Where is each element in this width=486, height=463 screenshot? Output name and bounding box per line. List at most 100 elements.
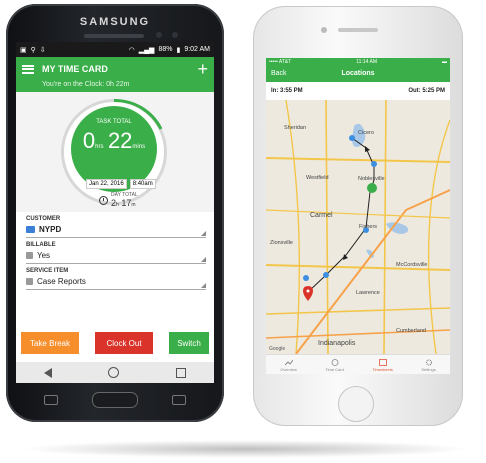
- location-map[interactable]: Cicero Sheridan Westfield Noblesville Ca…: [266, 100, 450, 354]
- action-buttons: Take Break Clock Out Switch: [21, 332, 209, 354]
- back-key[interactable]: [172, 395, 186, 405]
- phone-brand: SAMSUNG: [79, 16, 151, 28]
- out-time: Out: 5:25 PM: [408, 88, 445, 94]
- location-icon: ⚲: [30, 46, 36, 54]
- tab-settings[interactable]: Settings: [421, 358, 436, 372]
- status-time: 9:02 AM: [184, 46, 210, 53]
- floor-shadow: [20, 440, 470, 458]
- android-phone: SAMSUNG ▣ ⚲ ⇩ ◠ ▂▄▆ 88% ▮ 9:02 AM MY TIM…: [6, 4, 224, 422]
- map-label-cicero: Cicero: [358, 130, 374, 136]
- ios-tab-bar: Overview Time Card Timesheets Settings: [266, 354, 450, 374]
- task-clock-panel: TASK TOTAL 0hrs 22mins Jan 22, 2016 8:40…: [16, 92, 214, 212]
- in-time: In: 3:55 PM: [271, 88, 303, 94]
- android-nav-bar: [16, 362, 214, 383]
- back-button[interactable]: Back: [271, 66, 287, 82]
- map-label-carmel: Carmel: [310, 212, 333, 219]
- gear-icon: [425, 358, 432, 366]
- task-total-time: 0hrs 22mins: [71, 128, 157, 154]
- task-hours: 0: [82, 128, 96, 153]
- map-label-fishers: Fishers: [359, 224, 378, 230]
- chart-icon: [284, 359, 293, 365]
- task-hours-unit: hrs: [95, 144, 104, 150]
- sensor: [172, 32, 178, 38]
- clock-out-button[interactable]: Clock Out: [95, 332, 153, 354]
- clock-icon: [99, 195, 108, 205]
- customer-field: CUSTOMER NYPD: [26, 216, 206, 238]
- billable-field: BILLABLE Yes: [26, 242, 206, 264]
- day-total-value: 2h 17m: [111, 198, 136, 208]
- customer-value: NYPD: [39, 225, 62, 234]
- switch-button[interactable]: Switch: [169, 332, 209, 354]
- map-label-sheridan: Sheridan: [284, 125, 307, 131]
- phone-speaker: [84, 34, 144, 38]
- add-icon[interactable]: +: [197, 60, 208, 78]
- home-button[interactable]: [338, 386, 374, 422]
- in-out-times: In: 3:55 PM Out: 5:25 PM: [266, 82, 450, 100]
- hamburger-menu-icon[interactable]: [22, 64, 34, 74]
- battery-icon: ▬: [441, 59, 447, 65]
- recent-apps-icon[interactable]: [175, 367, 186, 378]
- customer-select[interactable]: NYPD: [26, 222, 206, 238]
- day-total: DAY TOTAL 2h 17m: [99, 192, 138, 208]
- app-title: MY TIME CARD: [42, 64, 108, 74]
- dollar-icon: [26, 252, 33, 259]
- phone-speaker: [338, 28, 378, 32]
- start-time[interactable]: 8:40am: [129, 179, 156, 189]
- signal-icon: ▂▄▆: [138, 46, 155, 54]
- document-icon: [26, 278, 33, 285]
- front-camera: [321, 27, 327, 33]
- map-label-westfield: Westfield: [306, 175, 329, 181]
- screen-title: Locations: [341, 70, 375, 77]
- battery-percent: 88%: [158, 46, 173, 53]
- ios-nav-bar: Back Locations: [266, 66, 450, 82]
- billable-value: Yes: [37, 251, 51, 260]
- task-mins-unit: mins: [132, 144, 146, 150]
- tag-icon: [26, 226, 35, 233]
- service-item-value: Case Reports: [37, 277, 86, 286]
- back-icon[interactable]: [44, 367, 53, 378]
- iphone: ••••• AT&T 11:14 AM ▬ Back Locations In:…: [253, 6, 463, 426]
- wifi-icon: ◠: [128, 46, 135, 54]
- map-label-indianapolis: Indianapolis: [318, 340, 356, 347]
- carrier: ••••• AT&T: [269, 59, 292, 65]
- iphone-screen: ••••• AT&T 11:14 AM ▬ Back Locations In:…: [266, 58, 450, 374]
- map-credit: Google: [269, 346, 286, 352]
- map-roads: [266, 100, 450, 354]
- tab-timesheets-label: Timesheets: [372, 366, 393, 372]
- download-icon: ⇩: [39, 46, 46, 54]
- ios-time: 11:14 AM: [356, 59, 378, 65]
- timesheet-icon: [378, 358, 387, 366]
- map-label-cumberland: Cumberland: [396, 328, 426, 334]
- tab-overview-label: Overview: [280, 366, 297, 372]
- map-label-lawrence: Lawrence: [356, 290, 380, 296]
- tab-timesheets[interactable]: Timesheets: [372, 358, 393, 372]
- tab-timecard[interactable]: Time Card: [325, 358, 344, 372]
- recent-key[interactable]: [44, 395, 58, 405]
- map-label-zionsville: Zionsville: [270, 240, 293, 246]
- take-break-button[interactable]: Take Break: [21, 332, 79, 354]
- status-bar: ▣ ⚲ ⇩ ◠ ▂▄▆ 88% ▮ 9:02 AM: [16, 42, 214, 57]
- tab-overview[interactable]: Overview: [280, 359, 297, 372]
- task-mins: 22: [107, 128, 133, 153]
- start-datetime: Jan 22, 2016 8:40am: [86, 179, 156, 189]
- notification-icon: ▣: [20, 46, 27, 54]
- home-icon[interactable]: [108, 367, 120, 378]
- timecard-fields: CUSTOMER NYPD BILLABLE Yes SERVICE ITEM …: [16, 212, 214, 290]
- ios-status-bar: ••••• AT&T 11:14 AM ▬: [266, 58, 450, 66]
- billable-select[interactable]: Yes: [26, 248, 206, 264]
- task-total-label: TASK TOTAL: [96, 119, 132, 125]
- clock-status: You're on the Clock: 0h 22m: [16, 81, 214, 92]
- service-item-select[interactable]: Case Reports: [26, 274, 206, 290]
- battery-icon: ▮: [176, 46, 181, 54]
- android-screen: ▣ ⚲ ⇩ ◠ ▂▄▆ 88% ▮ 9:02 AM MY TIME CARD +…: [16, 42, 214, 383]
- clock-icon: [331, 358, 339, 366]
- home-key[interactable]: [92, 392, 138, 408]
- map-label-noblesville: Noblesville: [358, 176, 385, 182]
- front-camera: [156, 32, 162, 38]
- app-bar: MY TIME CARD +: [16, 57, 214, 81]
- tab-timecard-label: Time Card: [325, 366, 344, 372]
- start-date[interactable]: Jan 22, 2016: [86, 179, 127, 189]
- day-total-mins: 17: [121, 198, 132, 208]
- service-item-field: SERVICE ITEM Case Reports: [26, 268, 206, 290]
- tab-settings-label: Settings: [421, 366, 436, 372]
